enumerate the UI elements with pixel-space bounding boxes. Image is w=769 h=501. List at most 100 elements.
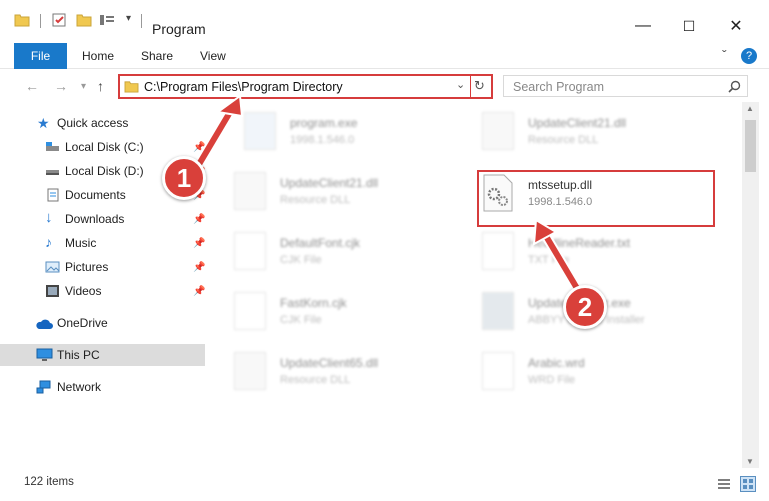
sidebar-item-label: Local Disk (C:)	[65, 140, 144, 154]
file-detail: CJK File	[280, 314, 322, 326]
file-item[interactable]: FastKorn.cjk CJK File	[214, 286, 449, 342]
download-icon: ↓	[45, 209, 53, 226]
pin-icon: 📌	[193, 213, 206, 225]
file-detail: TXT File	[528, 254, 570, 266]
toolbar-dropdown-icon[interactable]: ▾	[126, 13, 131, 24]
file-detail: CJK File	[280, 254, 322, 266]
file-item[interactable]: UpdateClient65.dll Resource DLL	[214, 346, 449, 402]
navigation-row: ← → ▾ ↑ C:\Program Files\Program Directo…	[0, 70, 769, 102]
file-detail: Resource DLL	[280, 194, 351, 206]
file-item[interactable]: UpdateClient21.dll Resource DLL	[214, 166, 449, 222]
new-folder-icon[interactable]	[76, 13, 92, 27]
callout-step-1: 1	[162, 156, 206, 200]
large-icons-view-icon[interactable]	[740, 476, 756, 492]
sidebar-item-this-pc[interactable]: This PC	[0, 344, 205, 366]
star-icon: ★	[37, 115, 50, 131]
dll-icon	[234, 172, 266, 210]
sidebar-item-label: Network	[57, 380, 102, 394]
scroll-up-icon[interactable]: ▲	[746, 104, 754, 113]
recent-locations-icon[interactable]: ▾	[81, 81, 86, 92]
minimize-button[interactable]: —	[620, 12, 666, 40]
item-count: 122 items	[24, 476, 74, 488]
pin-icon: 📌	[193, 237, 206, 249]
pin-icon: 📌	[193, 261, 206, 273]
address-bar[interactable]: C:\Program Files\Program Directory ⌄ ↻	[118, 74, 493, 99]
maximize-button[interactable]: ☐	[666, 12, 712, 40]
help-button[interactable]: ?	[741, 48, 757, 64]
back-arrow-icon[interactable]: ←	[25, 78, 39, 94]
sidebar-item-label: This PC	[57, 348, 100, 362]
address-dropdown-icon[interactable]: ⌄	[456, 78, 465, 91]
ribbon-collapse-icon[interactable]: ˇ	[722, 47, 727, 63]
file-detail: WRD File	[528, 374, 576, 386]
sidebar-item-network[interactable]: Network	[0, 376, 205, 398]
videos-icon	[46, 285, 59, 297]
pin-icon: 📌	[193, 285, 206, 297]
sidebar-item-videos[interactable]: Videos 📌	[0, 280, 205, 302]
file-name: DefaultFont.cjk	[280, 236, 361, 250]
file-name: UpdateClient21.dll	[528, 116, 627, 130]
dll-icon	[482, 112, 514, 150]
sidebar-item-label: Downloads	[65, 212, 125, 226]
pictures-icon	[45, 261, 60, 273]
sidebar-item-pictures[interactable]: Pictures 📌	[0, 256, 205, 278]
status-bar: 122 items	[0, 468, 769, 501]
pc-icon	[36, 348, 53, 361]
address-path[interactable]: C:\Program Files\Program Directory	[144, 80, 343, 94]
address-divider	[470, 76, 471, 97]
tab-home[interactable]: Home	[82, 43, 114, 69]
scrollbar-thumb[interactable]	[745, 120, 756, 172]
refresh-icon[interactable]: ↻	[474, 78, 485, 94]
file-icon	[482, 352, 514, 390]
sidebar-item-quick-access[interactable]: ★ Quick access	[0, 112, 205, 134]
customize-toolbar-icon[interactable]	[99, 13, 115, 27]
sidebar-item-label: Local Disk (D:)	[65, 164, 144, 178]
properties-icon[interactable]	[52, 13, 68, 27]
file-item[interactable]: program.exe 1998.1.546.0	[224, 106, 459, 162]
file-detail: Resource DLL	[280, 374, 351, 386]
close-button[interactable]: ✕	[713, 12, 759, 40]
folder-icon	[14, 14, 30, 27]
cloud-icon	[36, 319, 53, 329]
file-icon	[234, 232, 266, 270]
txt-icon	[482, 232, 514, 270]
exe-icon	[244, 112, 276, 150]
drive-icon	[46, 170, 59, 175]
forward-arrow-icon[interactable]: →	[54, 78, 68, 94]
file-name: HeadlineReader.txt	[528, 236, 631, 250]
sidebar-item-local-disk-c[interactable]: Local Disk (C:) 📌	[0, 136, 205, 158]
tab-share[interactable]: Share	[141, 43, 173, 69]
file-item[interactable]: DefaultFont.cjk CJK File	[214, 226, 449, 282]
file-name: UpdateClient65.dll	[280, 356, 379, 370]
file-detail: 1998.1.546.0	[290, 134, 355, 146]
window-title: Program	[152, 21, 206, 37]
search-icon[interactable]	[728, 80, 741, 93]
network-icon	[36, 380, 51, 394]
file-item[interactable]: Arabic.wrd WRD File	[462, 346, 697, 402]
sidebar-item-label: Quick access	[57, 116, 129, 130]
sidebar-item-downloads[interactable]: ↓ Downloads 📌	[0, 208, 205, 230]
sidebar-item-label: OneDrive	[57, 316, 108, 330]
file-item[interactable]: HeadlineReader.txt TXT File	[462, 226, 697, 282]
quick-access-separator	[40, 14, 41, 28]
music-icon: ♪	[45, 234, 52, 250]
sidebar-item-label: Videos	[65, 284, 102, 298]
sidebar-item-music[interactable]: ♪ Music 📌	[0, 232, 205, 254]
sidebar-item-label: Pictures	[65, 260, 109, 274]
sidebar-item-onedrive[interactable]: OneDrive	[0, 312, 205, 334]
vertical-scrollbar[interactable]: ▲ ▼	[742, 102, 759, 468]
details-view-icon[interactable]	[717, 478, 731, 491]
file-icon	[234, 292, 266, 330]
tab-view[interactable]: View	[200, 43, 226, 69]
file-name: Arabic.wrd	[528, 356, 585, 370]
documents-icon	[47, 188, 59, 202]
sidebar-item-label: Music	[65, 236, 97, 250]
scroll-down-icon[interactable]: ▼	[746, 457, 754, 466]
file-list: program.exe 1998.1.546.0 UpdateClient21.…	[214, 100, 744, 468]
file-item[interactable]: UpdateClient21.dll Resource DLL	[462, 106, 697, 162]
search-input[interactable]: Search Program	[503, 75, 748, 97]
callout-step-2: 2	[563, 285, 607, 329]
folder-icon	[124, 81, 139, 93]
tab-file[interactable]: File	[14, 43, 67, 69]
up-arrow-icon[interactable]: ↑	[97, 78, 104, 94]
